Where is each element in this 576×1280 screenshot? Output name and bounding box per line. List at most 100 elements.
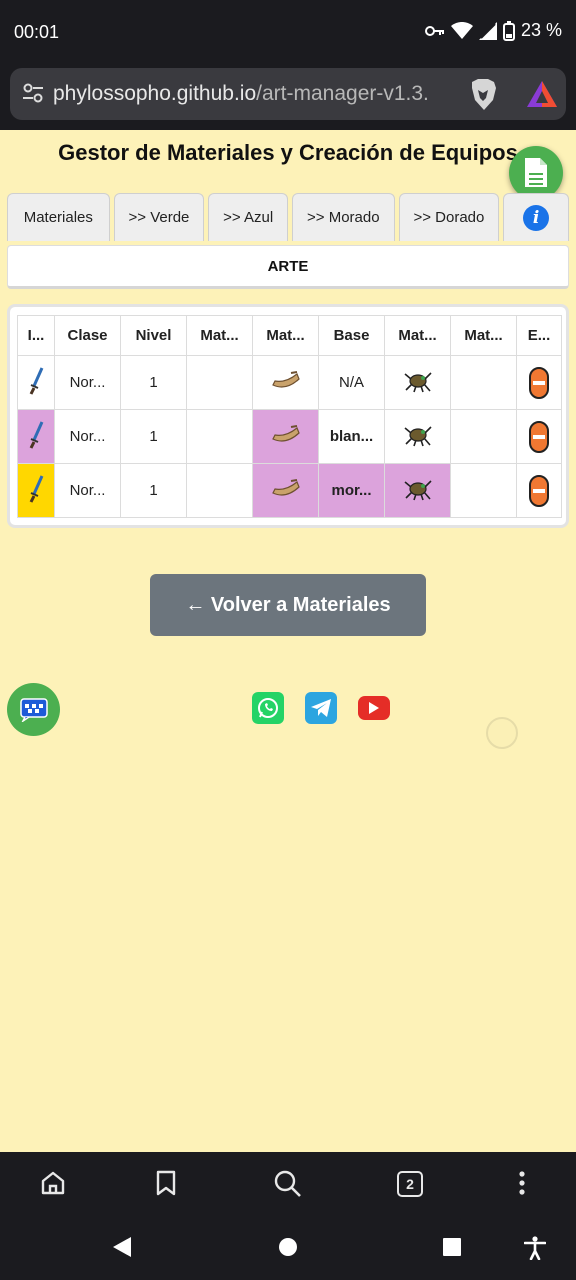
more-options-icon[interactable] xyxy=(518,1170,526,1196)
remove-cell[interactable] xyxy=(516,409,562,464)
material-slot[interactable] xyxy=(450,463,517,518)
search-icon[interactable] xyxy=(274,1170,302,1198)
whatsapp-icon[interactable] xyxy=(252,692,284,724)
accessibility-icon[interactable] xyxy=(524,1236,546,1260)
chat-fab-button[interactable] xyxy=(7,683,60,736)
signal-icon xyxy=(478,21,497,40)
column-header: I... xyxy=(17,315,55,356)
document-fab-button[interactable] xyxy=(509,146,563,200)
remove-icon[interactable] xyxy=(529,366,549,399)
home-nav-icon[interactable] xyxy=(278,1236,298,1258)
site-settings-icon[interactable] xyxy=(22,82,44,104)
nivel-cell: 1 xyxy=(120,409,187,464)
nivel-cell: 1 xyxy=(120,355,187,410)
creature-material-icon xyxy=(403,479,432,500)
material-slot[interactable] xyxy=(252,463,319,518)
tab-info[interactable]: i xyxy=(503,193,570,241)
page-title: Gestor de Materiales y Creación de Equip… xyxy=(58,140,518,165)
battery-icon xyxy=(502,20,515,41)
floating-circle[interactable] xyxy=(486,717,518,749)
material-slot[interactable] xyxy=(252,355,319,410)
item-icon-cell xyxy=(17,355,55,410)
inventory-table: I... Clase Nivel Mat... Mat... Base Mat.… xyxy=(17,315,562,518)
column-header: Base xyxy=(318,315,385,356)
material-slot[interactable] xyxy=(384,463,451,518)
back-nav-icon[interactable] xyxy=(112,1236,132,1258)
base-cell: N/A xyxy=(318,355,385,410)
clase-cell: Nor... xyxy=(54,463,121,518)
remove-icon[interactable] xyxy=(529,474,549,507)
status-bar: 00:01 23 % xyxy=(0,0,576,64)
inventory-card: I... Clase Nivel Mat... Mat... Base Mat.… xyxy=(7,304,569,528)
remove-cell[interactable] xyxy=(516,355,562,410)
material-slot[interactable] xyxy=(186,463,253,518)
telegram-icon[interactable] xyxy=(305,692,337,724)
chat-icon xyxy=(19,697,48,722)
creature-material-icon xyxy=(403,371,432,392)
tab-morado[interactable]: >> Morado xyxy=(292,193,395,241)
dagger-icon xyxy=(29,366,44,395)
wood-material-icon xyxy=(271,424,300,442)
material-slot[interactable] xyxy=(384,409,451,464)
table-header-row: I... Clase Nivel Mat... Mat... Base Mat.… xyxy=(17,315,562,356)
tab-switcher-button[interactable]: 2 xyxy=(397,1171,423,1197)
youtube-icon[interactable] xyxy=(358,696,390,720)
table-row: Nor... 1 blan... xyxy=(17,409,562,464)
table-row: Nor... 1 N/A xyxy=(17,355,562,410)
material-slot[interactable] xyxy=(450,409,517,464)
material-slot[interactable] xyxy=(186,355,253,410)
material-slot[interactable] xyxy=(384,355,451,410)
document-icon xyxy=(525,158,547,187)
column-header: E... xyxy=(516,315,562,356)
url-text[interactable]: phylossopho.github.io/art-manager-v1.3. xyxy=(53,82,453,106)
nivel-cell: 1 xyxy=(120,463,187,518)
clase-cell: Nor... xyxy=(54,355,121,410)
item-icon-cell xyxy=(17,409,55,464)
material-slot[interactable] xyxy=(186,409,253,464)
social-links xyxy=(252,692,390,724)
status-icons: 23 % xyxy=(424,20,562,41)
tab-bar: Materiales >> Verde >> Azul >> Morado >>… xyxy=(7,193,570,241)
bookmark-icon[interactable] xyxy=(156,1170,176,1196)
item-icon-cell xyxy=(17,463,55,518)
browser-toolbar: phylossopho.github.io/art-manager-v1.3. xyxy=(0,64,576,130)
column-header: Mat... xyxy=(186,315,253,356)
tab-dorado[interactable]: >> Dorado xyxy=(398,193,500,241)
tab-azul[interactable]: >> Azul xyxy=(208,193,288,241)
battery-percent: 23 % xyxy=(520,20,562,40)
table-row: Nor... 1 mor... xyxy=(17,463,562,518)
wood-material-icon xyxy=(271,370,300,388)
material-slot[interactable] xyxy=(252,409,319,464)
remove-icon[interactable] xyxy=(529,420,549,453)
dagger-icon xyxy=(29,474,44,503)
creature-material-icon xyxy=(403,425,432,446)
brave-shields-icon[interactable] xyxy=(468,78,498,112)
brave-rewards-icon[interactable] xyxy=(526,80,558,108)
remove-cell[interactable] xyxy=(516,463,562,518)
android-navigation-bar xyxy=(0,1216,576,1280)
tab-materiales[interactable]: Materiales xyxy=(7,193,110,241)
page-content: Gestor de Materiales y Creación de Equip… xyxy=(0,130,576,1152)
base-cell: blan... xyxy=(318,409,385,464)
back-to-materials-button[interactable]: ← Volver a Materiales xyxy=(150,574,426,636)
browser-bottom-bar: 2 xyxy=(0,1152,576,1216)
status-time: 00:01 xyxy=(14,22,60,42)
clase-cell: Nor... xyxy=(54,409,121,464)
base-cell: mor... xyxy=(318,463,385,518)
section-arte[interactable]: ARTE xyxy=(7,245,569,289)
wood-material-icon xyxy=(271,478,300,496)
key-icon xyxy=(424,25,444,36)
home-icon[interactable] xyxy=(40,1170,66,1196)
tab-verde[interactable]: >> Verde xyxy=(113,193,205,241)
recents-nav-icon[interactable] xyxy=(442,1236,462,1258)
dagger-icon xyxy=(29,420,44,449)
column-header: Mat... xyxy=(384,315,451,356)
address-bar[interactable]: phylossopho.github.io/art-manager-v1.3. xyxy=(10,68,566,120)
column-header: Nivel xyxy=(120,315,187,356)
column-header: Mat... xyxy=(252,315,319,356)
column-header: Mat... xyxy=(450,315,517,356)
info-icon: i xyxy=(523,204,550,231)
column-header: Clase xyxy=(54,315,121,356)
wifi-icon xyxy=(450,21,473,39)
material-slot[interactable] xyxy=(450,355,517,410)
